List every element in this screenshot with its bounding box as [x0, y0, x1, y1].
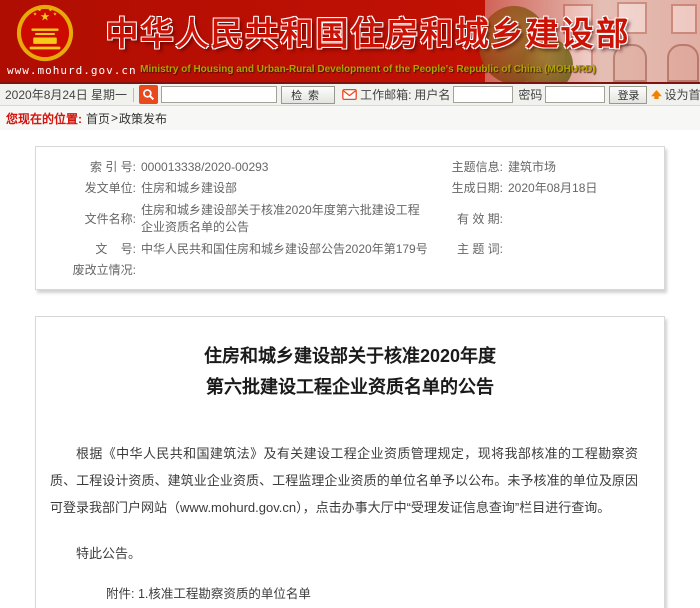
issuer-label: 发文单位:	[64, 180, 136, 197]
announcement-panel: 住房和城乡建设部关于核准2020年度 第六批建设工程企业资质名单的公告 根据《中…	[35, 316, 665, 608]
home-arrow-icon	[651, 90, 662, 99]
doc-no-label: 文 号:	[64, 241, 136, 258]
breadcrumb: 您现在的位置: 首页 > 政策发布	[0, 106, 700, 130]
meta-row: 发文单位: 住房和城乡建设部 生成日期: 2020年08月18日	[36, 178, 664, 199]
issuer-value: 住房和城乡建设部	[141, 180, 237, 197]
meta-row: 文 号: 中华人民共和国住房和城乡建设部公告2020年第179号 主 题 词:	[36, 239, 664, 260]
search-submit-button[interactable]: 检索	[281, 86, 335, 104]
index-value: 000013338/2020-00293	[141, 159, 268, 176]
doc-name-label: 文件名称:	[64, 211, 136, 228]
mail-icon	[342, 89, 357, 100]
password-input[interactable]	[545, 86, 605, 103]
meta-row: 索 引 号: 000013338/2020-00293 主题信息: 建筑市场	[36, 157, 664, 178]
doc-no-value: 中华人民共和国住房和城乡建设部公告2020年第179号	[141, 241, 428, 258]
divider	[133, 88, 134, 102]
search-input[interactable]	[161, 86, 277, 103]
breadcrumb-label: 您现在的位置:	[6, 110, 82, 127]
document-info-panel: 索 引 号: 000013338/2020-00293 主题信息: 建筑市场 发…	[35, 146, 665, 290]
validity-label: 有 效 期:	[431, 211, 503, 228]
breadcrumb-separator: >	[111, 111, 118, 125]
index-label: 索 引 号:	[64, 159, 136, 176]
username-label: 用户名	[414, 86, 450, 103]
article-closing: 特此公告。	[50, 543, 638, 562]
attachment-label: 附件:	[106, 586, 138, 608]
breadcrumb-home-link[interactable]: 首页	[86, 110, 110, 127]
topic-label: 主题信息:	[431, 159, 503, 176]
site-subtitle: Ministry of Housing and Urban-Rural Deve…	[104, 64, 632, 75]
gen-date-label: 生成日期:	[431, 180, 503, 197]
breadcrumb-current[interactable]: 政策发布	[119, 110, 167, 127]
search-icon	[139, 85, 158, 104]
meta-row: 文件名称: 住房和城乡建设部关于核准2020年度第六批建设工程企业资质名单的公告…	[36, 199, 664, 239]
username-input[interactable]	[453, 86, 513, 103]
work-mail-label: 工作邮箱:	[360, 86, 411, 103]
set-home-link[interactable]: 设为首页	[651, 86, 700, 103]
repeal-label: 废改立情况:	[64, 262, 136, 279]
article-paragraph: 根据《中华人民共和国建筑法》及有关建设工程企业资质管理规定，现将我部核准的工程勘…	[50, 440, 638, 521]
attachment-block: 附件: 1.核准工程勘察资质的单位名单 2.核准工程设计资质的单位名单 3.核准…	[106, 586, 664, 608]
date-text: 2020年8月24日 星期一	[5, 86, 127, 103]
keyword-label: 主 题 词:	[431, 241, 503, 258]
gen-date-value: 2020年08月18日	[508, 180, 597, 197]
national-emblem-icon	[16, 4, 74, 67]
set-home-label: 设为首页	[664, 86, 700, 103]
attachment-list: 1.核准工程勘察资质的单位名单 2.核准工程设计资质的单位名单 3.核准建筑业企…	[138, 586, 336, 608]
password-label: 密码	[518, 86, 542, 103]
doc-name-value: 住房和城乡建设部关于核准2020年度第六批建设工程企业资质名单的公告	[141, 202, 423, 236]
topic-value: 建筑市场	[508, 159, 556, 176]
attachment-link[interactable]: 1.核准工程勘察资质的单位名单	[138, 586, 336, 602]
login-button[interactable]: 登录	[609, 86, 647, 104]
article-title-line1: 住房和城乡建设部关于核准2020年度	[36, 341, 664, 372]
article-title-line2: 第六批建设工程企业资质名单的公告	[36, 372, 664, 403]
toolbar: 2020年8月24日 星期一 检索 工作邮箱: 用户名 密码 登录 设为首页	[0, 84, 700, 106]
site-banner: www.mohurd.gov.cn 中华人民共和国住房和城乡建设部 Minist…	[0, 0, 700, 84]
meta-row: 废改立情况:	[36, 260, 664, 281]
site-title: 中华人民共和国住房和城乡建设部	[104, 7, 632, 55]
